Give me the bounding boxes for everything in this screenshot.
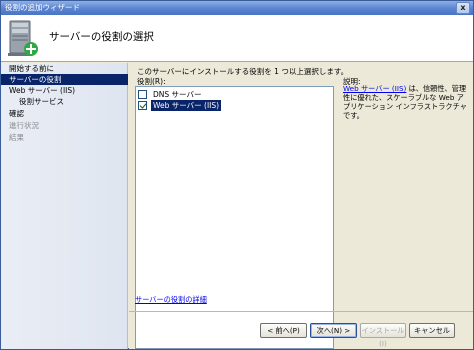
server-add-icon [8, 20, 38, 56]
instruction-text: このサーバーにインストールする役割を 1 つ以上選択します。 [137, 67, 349, 76]
role-item-web-server[interactable]: Web サーバー (IIS) [138, 100, 222, 111]
role-checkbox-web-server[interactable] [138, 101, 147, 110]
main-content: このサーバーにインストールする役割を 1 つ以上選択します。 役割(R): DN… [129, 63, 473, 349]
next-button[interactable]: 次へ(N) > [310, 323, 357, 338]
wizard-header: サーバーの役割の選択 [1, 15, 473, 62]
back-button[interactable]: < 前へ(P) [260, 323, 307, 338]
role-item-dns-server[interactable]: DNS サーバー [138, 89, 203, 100]
step-before-you-begin[interactable]: 開始する前に [1, 63, 128, 74]
step-role-services[interactable]: 役割サービス [1, 96, 128, 107]
description-body: Web サーバー (IIS) は、信頼性、管理性に優れた、スケーラブルな Web… [343, 84, 467, 120]
step-web-server-iis[interactable]: Web サーバー (IIS) [1, 85, 128, 96]
footer-divider [129, 311, 473, 312]
role-label-web-server[interactable]: Web サーバー (IIS) [151, 100, 222, 111]
roles-listbox[interactable]: DNS サーバー Web サーバー (IIS) [135, 86, 334, 349]
step-server-roles[interactable]: サーバーの役割 [1, 74, 128, 85]
close-button[interactable]: x [456, 2, 470, 14]
page-title: サーバーの役割の選択 [49, 31, 154, 43]
window-title: 役割の追加ウィザード [5, 3, 80, 12]
more-about-roles-link[interactable]: サーバーの役割の詳細 [135, 295, 207, 305]
step-results: 結果 [9, 133, 24, 142]
description-link[interactable]: Web サーバー (IIS) [343, 84, 406, 93]
install-button: インストール(I) [360, 323, 406, 348]
wizard-window: 役割の追加ウィザード x サーバーの役割の選択 開始する前に サーバーの役割 W… [0, 0, 474, 349]
role-label-dns[interactable]: DNS サーバー [151, 89, 203, 100]
title-bar[interactable]: 役割の追加ウィザード x [1, 1, 473, 15]
role-checkbox-dns[interactable] [138, 90, 147, 99]
step-progress: 進行状況 [9, 121, 39, 130]
cancel-button[interactable]: キャンセル [409, 323, 455, 338]
step-confirmation[interactable]: 確認 [1, 108, 128, 119]
wizard-steps-sidebar: 開始する前に サーバーの役割 Web サーバー (IIS) 役割サービス 確認 … [1, 63, 128, 349]
